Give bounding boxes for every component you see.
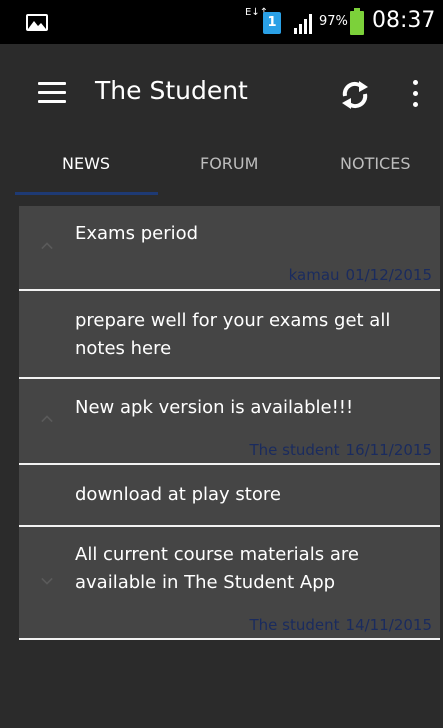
app-bar: The Student NEWS FORUM NOTICES — [0, 44, 443, 198]
news-item-header[interactable]: All current course materials are availab… — [19, 527, 440, 640]
chevron-up-icon — [41, 242, 53, 250]
news-date: 14/11/2015 — [345, 616, 432, 634]
signal-icon — [294, 12, 318, 34]
news-body: prepare well for your exams get all note… — [75, 310, 391, 359]
news-item-header[interactable]: New apk version is available!!! The stud… — [19, 379, 440, 465]
image-notification-icon — [26, 14, 48, 31]
news-date: 01/12/2015 — [345, 266, 432, 284]
app-title: The Student — [95, 76, 248, 105]
tab-forum[interactable]: FORUM — [200, 154, 258, 173]
data-transfer-icon: E↓↑ — [245, 7, 269, 18]
battery-icon — [350, 8, 364, 35]
tab-indicator — [15, 192, 158, 195]
chevron-up-icon — [41, 415, 53, 423]
chevron-down-icon — [41, 577, 53, 585]
news-meta: The student 16/11/2015 — [244, 441, 432, 459]
news-title: All current course materials are availab… — [75, 544, 359, 593]
news-item-body: prepare well for your exams get all note… — [19, 291, 440, 379]
news-author: The student — [249, 441, 340, 459]
news-item-header[interactable]: Exams period kamau 01/12/2015 — [19, 206, 440, 291]
menu-icon[interactable] — [38, 82, 66, 104]
news-author: The student — [249, 616, 340, 634]
news-date: 16/11/2015 — [345, 441, 432, 459]
news-title: New apk version is available!!! — [75, 397, 354, 418]
news-meta: kamau 01/12/2015 — [283, 266, 432, 284]
news-title: Exams period — [75, 223, 199, 244]
battery-percent: 97% — [319, 14, 348, 29]
news-item-body: download at play store — [19, 465, 440, 527]
sim-icon: 1 — [263, 12, 281, 34]
refresh-icon[interactable] — [337, 77, 373, 113]
tab-notices[interactable]: NOTICES — [340, 154, 411, 173]
overflow-menu-icon[interactable] — [410, 80, 420, 110]
news-body: download at play store — [75, 484, 281, 505]
tab-news[interactable]: NEWS — [62, 154, 110, 173]
news-list: Exams period kamau 01/12/2015 prepare wel… — [0, 198, 443, 728]
news-author: kamau — [288, 266, 340, 284]
status-time: 08:37 — [372, 8, 436, 33]
status-bar: E↓↑ 1 97% 08:37 — [0, 0, 443, 44]
news-meta: The student 14/11/2015 — [244, 616, 432, 634]
